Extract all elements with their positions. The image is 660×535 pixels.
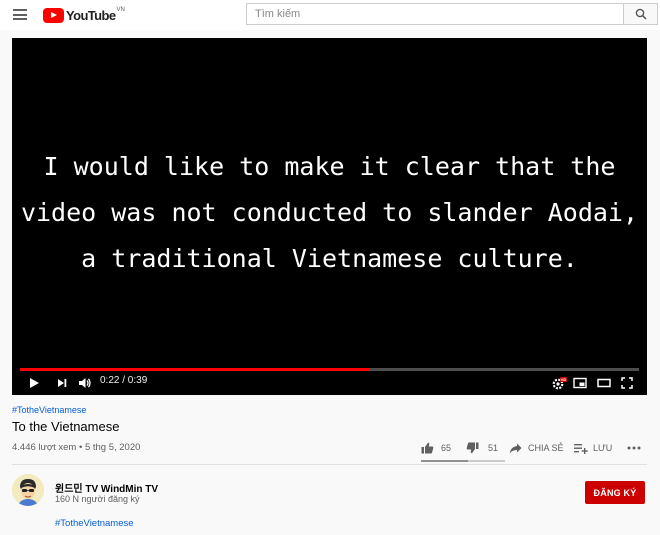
sentiment-bar-fill <box>421 460 469 462</box>
search-box <box>246 3 624 25</box>
sentiment-bar <box>421 460 505 462</box>
share-button[interactable]: CHIA SẺ <box>509 440 564 456</box>
settings-icon: HD <box>552 377 567 390</box>
subscribe-button[interactable]: ĐĂNG KÝ <box>585 481 645 504</box>
share-label: CHIA SẺ <box>528 443 564 453</box>
channel-avatar[interactable] <box>12 474 44 506</box>
dislike-button[interactable]: 51 <box>466 440 498 456</box>
youtube-logo[interactable]: YouTube VN <box>43 7 125 23</box>
youtube-logo-icon <box>43 7 64 23</box>
fullscreen-button[interactable] <box>621 374 633 392</box>
search-button[interactable] <box>624 3 658 25</box>
next-button[interactable] <box>56 374 68 392</box>
search-icon <box>635 8 647 20</box>
menu-icon[interactable] <box>13 9 27 20</box>
volume-icon <box>79 378 91 388</box>
channel-name[interactable]: 윈드민 TV WindMin TV <box>55 480 158 495</box>
subscriber-count: 160 N người đăng ký <box>55 494 140 504</box>
save-button[interactable]: LƯU <box>574 440 612 456</box>
video-caption-text: I would like to make it clear that the v… <box>20 152 639 273</box>
settings-button[interactable]: HD <box>551 374 567 392</box>
svg-text:HD: HD <box>561 377 567 382</box>
miniplayer-icon <box>573 377 587 389</box>
video-meta: 4.446 lượt xem • 5 thg 5, 2020 <box>12 442 141 453</box>
theater-icon <box>597 378 611 388</box>
miniplayer-button[interactable] <box>573 374 587 392</box>
play-button[interactable] <box>28 374 40 392</box>
search-input[interactable] <box>247 4 623 24</box>
like-count: 65 <box>441 443 452 453</box>
more-icon <box>627 446 641 450</box>
video-player[interactable]: I would like to make it clear that the v… <box>12 38 647 395</box>
video-title: To the Vietnamese <box>12 419 120 434</box>
fullscreen-icon <box>621 377 633 389</box>
progress-bar[interactable] <box>20 368 639 371</box>
video-hashtag-link[interactable]: #TotheVietnamese <box>12 405 86 415</box>
play-icon <box>30 378 39 388</box>
avatar-image <box>12 474 44 506</box>
divider <box>12 464 647 465</box>
description-hashtag-link[interactable]: #TotheVietnamese <box>55 518 134 529</box>
like-icon <box>421 442 434 454</box>
dislike-icon <box>466 442 479 454</box>
save-playlist-icon <box>574 443 588 454</box>
logo-text: YouTube <box>66 7 116 23</box>
share-icon <box>509 443 522 453</box>
dislike-count: 51 <box>488 443 499 453</box>
masthead: YouTube VN <box>0 0 660 30</box>
theater-button[interactable] <box>597 374 611 392</box>
volume-button[interactable] <box>78 374 92 392</box>
save-label: LƯU <box>593 443 613 453</box>
logo-region: VN <box>116 7 125 13</box>
progress-fill <box>20 368 370 371</box>
like-button[interactable]: 65 <box>421 440 451 456</box>
next-icon <box>58 379 67 387</box>
more-actions-button[interactable] <box>627 440 641 456</box>
time-display: 0:22 / 0:39 <box>100 375 148 386</box>
